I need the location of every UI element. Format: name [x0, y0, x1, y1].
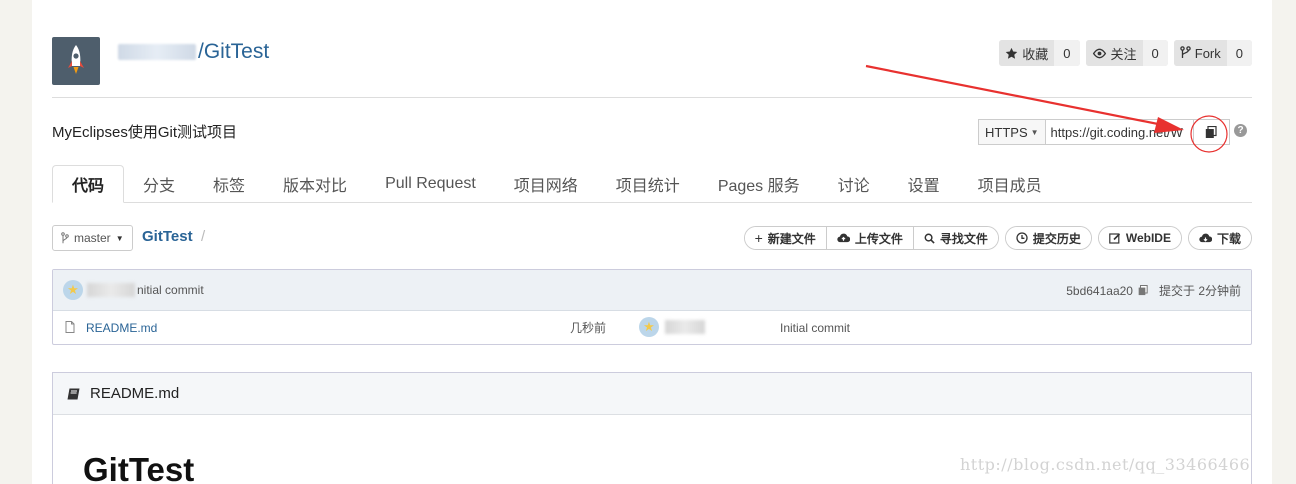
tab-members[interactable]: 项目成员 [959, 165, 1061, 203]
tab-pages[interactable]: Pages 服务 [699, 165, 819, 203]
last-commit-bar: ★ nitial commit 5bd641aa20 提交于 2分钟前 [53, 270, 1251, 311]
book-icon [67, 388, 80, 399]
clone-url-input[interactable]: https://git.coding.net/W [1045, 119, 1194, 145]
breadcrumb-root[interactable]: GitTest [142, 228, 193, 245]
file-actions: + 新建文件 上传文件 寻找文件 提交历史 WebIDE 下载 [743, 226, 1252, 250]
branch-icon [61, 232, 69, 244]
webide-group: WebIDE [1097, 226, 1182, 250]
repo-title[interactable]: /GitTest [118, 40, 269, 64]
new-file-label: 新建文件 [767, 231, 816, 246]
upload-file-button[interactable]: 上传文件 [825, 227, 913, 249]
upload-file-label: 上传文件 [854, 231, 903, 246]
copy-hash-icon[interactable] [1138, 285, 1148, 296]
plus-icon: + [754, 230, 763, 246]
watermark: http://blog.csdn.net/qq_33466466 [960, 455, 1251, 474]
readme-header: README.md [53, 373, 1251, 415]
cloud-download-icon [1199, 233, 1212, 243]
committer-name-blurred [87, 283, 135, 297]
file-committer-avatar[interactable]: ★ [639, 317, 659, 337]
caret-down-icon: ▼ [115, 233, 124, 243]
clipboard-icon [1205, 125, 1217, 138]
protocol-label: HTTPS [985, 124, 1028, 140]
file-name[interactable]: README.md [86, 321, 157, 335]
new-file-button[interactable]: + 新建文件 [744, 227, 826, 249]
download-button[interactable]: 下载 [1188, 227, 1251, 249]
breadcrumb-separator: / [201, 228, 206, 245]
history-label: 提交历史 [1032, 231, 1081, 246]
tab-pull-request[interactable]: Pull Request [366, 165, 495, 203]
rocket-icon [68, 45, 84, 74]
tab-settings[interactable]: 设置 [889, 165, 959, 203]
watch-label: 关注 [1110, 46, 1137, 62]
caret-down-icon: ▼ [1030, 127, 1039, 137]
fork-icon [1180, 46, 1191, 58]
owner-name-blurred [118, 44, 196, 60]
file-action-group: + 新建文件 上传文件 寻找文件 [743, 226, 999, 250]
star-icon [1005, 47, 1018, 59]
page: /GitTest 收藏 0 关注 0 Fork 0 MyEclipses使用Gi… [32, 0, 1272, 484]
clock-icon [1016, 232, 1028, 244]
tab-code[interactable]: 代码 [52, 165, 125, 203]
repo-tabs: 代码 分支 标签 版本对比 Pull Request 项目网络 项目统计 Pag… [52, 165, 1252, 203]
table-row[interactable]: README.md 几秒前 ★ Initial commit [53, 311, 1251, 344]
star-label: 收藏 [1022, 46, 1049, 62]
watch-count[interactable]: 0 [1142, 40, 1168, 66]
protocol-dropdown[interactable]: HTTPS ▼ [978, 119, 1046, 145]
branch-selector[interactable]: master ▼ [52, 225, 133, 251]
copy-url-button[interactable] [1193, 119, 1230, 145]
download-group: 下载 [1187, 226, 1252, 250]
file-commit-message[interactable]: Initial commit [780, 321, 850, 335]
cloud-upload-icon [837, 233, 850, 243]
branch-name: master [74, 231, 111, 245]
file-list: ★ nitial commit 5bd641aa20 提交于 2分钟前 READ… [52, 269, 1252, 345]
file-time: 几秒前 [570, 321, 607, 335]
readme-title: README.md [90, 385, 180, 402]
repo-description: MyEclipses使用Git测试项目 [52, 124, 238, 141]
watch-button[interactable]: 关注 0 [1085, 40, 1168, 66]
star-button[interactable]: 收藏 0 [999, 40, 1080, 66]
webide-label: WebIDE [1125, 231, 1171, 245]
find-file-button[interactable]: 寻找文件 [912, 227, 998, 249]
find-file-label: 寻找文件 [939, 231, 988, 246]
file-icon [65, 321, 75, 333]
search-icon [924, 233, 935, 244]
download-label: 下载 [1216, 231, 1241, 246]
webide-button[interactable]: WebIDE [1098, 227, 1181, 249]
star-count[interactable]: 0 [1054, 40, 1080, 66]
last-commit-message[interactable]: nitial commit [137, 283, 204, 297]
eye-icon [1092, 48, 1106, 58]
tab-compare[interactable]: 版本对比 [264, 165, 366, 203]
repo-name[interactable]: /GitTest [198, 40, 269, 64]
readme-heading: GitTest [83, 451, 195, 484]
header-buttons: 收藏 0 关注 0 Fork 0 [999, 40, 1252, 66]
tab-branches[interactable]: 分支 [124, 165, 194, 203]
header-divider [52, 97, 1252, 98]
tab-tags[interactable]: 标签 [194, 165, 264, 203]
tab-stats[interactable]: 项目统计 [597, 165, 699, 203]
tab-network[interactable]: 项目网络 [495, 165, 597, 203]
help-icon[interactable]: ? [1234, 124, 1247, 137]
fork-label: Fork [1194, 45, 1221, 61]
commit-time: 提交于 2分钟前 [1158, 284, 1241, 298]
history-button[interactable]: 提交历史 [1005, 227, 1091, 249]
repo-avatar[interactable] [52, 37, 100, 85]
tab-discuss[interactable]: 讨论 [819, 165, 889, 203]
fork-button[interactable]: Fork 0 [1173, 40, 1252, 66]
commit-meta: 5bd641aa20 提交于 2分钟前 [1066, 270, 1241, 311]
fork-count[interactable]: 0 [1226, 40, 1252, 66]
commit-hash[interactable]: 5bd641aa20 [1066, 284, 1133, 298]
clone-box: HTTPS ▼ https://git.coding.net/W [978, 119, 1230, 145]
edit-icon [1109, 233, 1120, 244]
file-committer-blurred [665, 320, 705, 334]
history-group: 提交历史 [1004, 226, 1092, 250]
committer-avatar[interactable]: ★ [63, 280, 83, 300]
